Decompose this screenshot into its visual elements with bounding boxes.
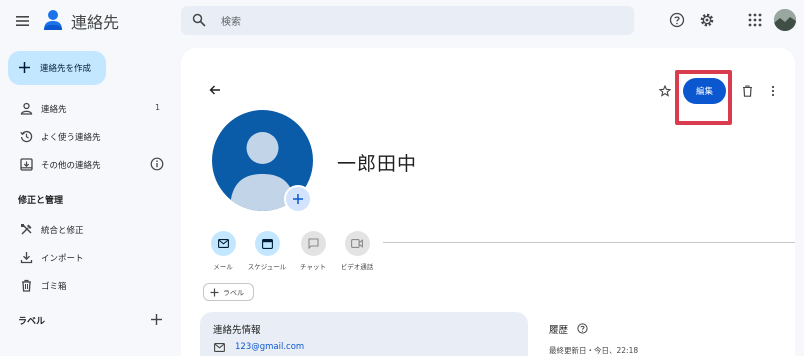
trash-icon bbox=[22, 279, 31, 292]
back-arrow-icon[interactable] bbox=[209, 84, 221, 96]
sidebar-item-label: インポート bbox=[41, 254, 84, 264]
sidebar-item-other[interactable]: その他の連絡先 bbox=[0, 152, 172, 178]
action-chat: チャット bbox=[288, 231, 338, 271]
create-contact-button[interactable]: 連絡先を作成 bbox=[8, 51, 106, 85]
add-label-icon[interactable] bbox=[150, 313, 163, 326]
action-email[interactable]: メール bbox=[198, 231, 248, 271]
sidebar-item-import[interactable]: インポート bbox=[0, 245, 172, 271]
delete-icon[interactable] bbox=[742, 85, 753, 97]
contact-name: 一郎田中 bbox=[337, 153, 418, 175]
calendar-icon bbox=[261, 239, 273, 249]
more-vert-icon[interactable] bbox=[767, 85, 779, 97]
help-icon[interactable] bbox=[577, 323, 588, 334]
history-icon bbox=[20, 130, 33, 143]
contacts-logo-icon bbox=[44, 8, 62, 32]
gear-icon[interactable] bbox=[699, 12, 715, 28]
add-photo-button[interactable] bbox=[284, 185, 312, 213]
plus-icon bbox=[19, 62, 30, 73]
action-label: ビデオ通話 bbox=[340, 263, 374, 271]
help-icon[interactable] bbox=[669, 12, 685, 28]
highlight-box bbox=[675, 70, 732, 125]
sidebar-item-label: 連絡先 bbox=[41, 105, 67, 115]
divider bbox=[383, 242, 795, 243]
chat-icon bbox=[307, 238, 319, 249]
person-icon bbox=[20, 102, 33, 115]
search-input[interactable]: 検索 bbox=[221, 13, 241, 28]
star-icon[interactable] bbox=[659, 85, 671, 97]
action-schedule[interactable]: スケジュール bbox=[242, 231, 292, 271]
inbox-download-icon bbox=[20, 158, 33, 171]
contact-info-title: 連絡先情報 bbox=[213, 325, 261, 336]
main-menu-button[interactable] bbox=[12, 10, 34, 32]
action-video-call: ビデオ通話 bbox=[332, 231, 382, 271]
mail-icon bbox=[214, 343, 225, 352]
video-icon bbox=[351, 239, 363, 248]
sidebar-item-label: その他の連絡先 bbox=[41, 161, 101, 171]
search-icon[interactable] bbox=[192, 13, 206, 27]
sidebar-item-label: 統合と修正 bbox=[41, 226, 84, 236]
labels-section-heading: ラベル bbox=[18, 317, 46, 327]
apps-grid-icon[interactable] bbox=[748, 13, 762, 27]
download-icon bbox=[20, 252, 33, 264]
add-label-chip[interactable]: ラベル bbox=[203, 283, 254, 301]
contact-detail-card: 編集 一郎田中 メール スケジュール チャット ビデオ通話 ラベル 連絡先情報 … bbox=[181, 48, 795, 356]
app-title: 連絡先 bbox=[71, 13, 120, 32]
contact-info-card: 連絡先情報 123@gmail.com bbox=[200, 312, 528, 356]
sidebar-item-label: ゴミ箱 bbox=[41, 282, 67, 292]
history-title: 履歴 bbox=[549, 325, 569, 336]
action-label: メール bbox=[213, 263, 233, 271]
plus-icon bbox=[210, 288, 219, 297]
hamburger-icon bbox=[16, 16, 29, 26]
search-bar[interactable]: 検索 bbox=[181, 6, 634, 35]
sidebar-item-merge-fix[interactable]: 統合と修正 bbox=[0, 217, 172, 243]
mail-icon bbox=[217, 239, 229, 248]
contacts-count: 1 bbox=[155, 103, 161, 112]
sidebar-item-trash[interactable]: ゴミ箱 bbox=[0, 273, 172, 299]
email-link[interactable]: 123@gmail.com bbox=[235, 342, 304, 352]
account-avatar[interactable] bbox=[774, 9, 796, 31]
sidebar-item-label: よく使う連絡先 bbox=[41, 133, 101, 143]
tools-icon bbox=[21, 224, 32, 235]
manage-section-heading: 修正と管理 bbox=[18, 196, 64, 206]
label-chip-text: ラベル bbox=[223, 289, 244, 297]
action-label: スケジュール bbox=[247, 263, 287, 271]
action-label: チャット bbox=[300, 263, 326, 271]
info-icon[interactable] bbox=[150, 157, 164, 171]
sidebar-item-frequent[interactable]: よく使う連絡先 bbox=[0, 124, 172, 150]
last-updated-text: 最終更新日・今日、22:18 bbox=[549, 346, 639, 355]
create-contact-label: 連絡先を作成 bbox=[40, 64, 92, 74]
sidebar-item-contacts[interactable]: 連絡先 1 bbox=[0, 96, 172, 122]
plus-icon bbox=[293, 194, 303, 204]
